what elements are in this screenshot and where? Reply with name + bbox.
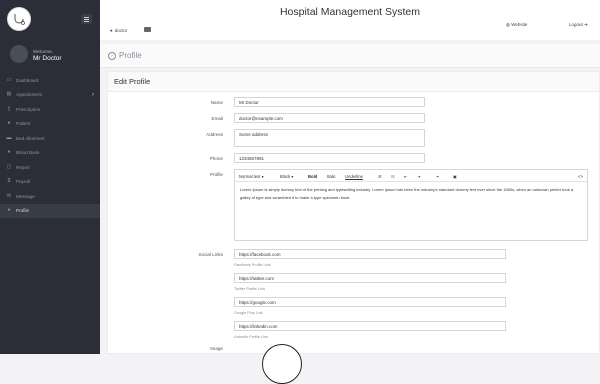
ordered-list-icon[interactable]: ☷: [391, 174, 395, 179]
outdent-icon[interactable]: ⇤: [404, 174, 408, 179]
sidebar-user-name: Mr Doctor: [33, 55, 62, 62]
italic-button[interactable]: Italic: [327, 174, 336, 179]
address-label: Address: [206, 132, 223, 137]
linkedin-help: Linkedin Profile Link: [234, 335, 268, 339]
drop-icon: ♦: [7, 149, 11, 156]
profile-image[interactable]: [262, 344, 302, 384]
arrow-circle-icon: ›: [108, 51, 116, 60]
sidebar-item-profile[interactable]: ● Profile: [0, 203, 100, 218]
sidebar-item-prescription[interactable]: ▯ Prescription: [0, 102, 100, 117]
user-menu[interactable]: ● doctor: [110, 28, 127, 33]
name-field[interactable]: Mr Doctor: [234, 97, 425, 107]
editor-toolbar: Normal text ▾ Block ▾ Bold Italic Underl…: [235, 170, 587, 182]
avatar: [10, 45, 28, 63]
website-link[interactable]: ◍ Website: [506, 22, 527, 28]
sidebar: Welcome, Mr Doctor ▭ Dashboard ▤ Appointme…: [0, 0, 100, 354]
welcome-text: Welcome,: [33, 49, 53, 54]
sidebar-item-appointment[interactable]: ▤ Appointment ›: [0, 88, 100, 103]
page-title: Profile: [119, 51, 142, 60]
sidebar-menu: ▭ Dashboard ▤ Appointment › ▯ Prescription ●…: [0, 73, 100, 218]
top-bar: Hospital Management System ● doctor ◍ Web…: [100, 0, 600, 40]
linkedin-field[interactable]: https://linkedin.com: [234, 321, 506, 331]
facebook-help: Facebook Profile Link: [234, 263, 271, 267]
bold-button[interactable]: Bold: [308, 174, 317, 179]
email-label: Email: [211, 116, 224, 121]
monitor-icon: ▭: [6, 76, 12, 83]
logout-icon: ➔: [584, 22, 588, 27]
underline-button[interactable]: Underline: [345, 174, 363, 179]
sidebar-item-report[interactable]: ▢ Report: [0, 160, 100, 175]
email-field[interactable]: doctor@example.com: [234, 113, 425, 123]
user-icon: ●: [7, 120, 11, 127]
profile-editor[interactable]: Normal text ▾ Block ▾ Bold Italic Underl…: [234, 169, 588, 241]
sidebar-item-payroll[interactable]: $ Payroll: [0, 175, 100, 190]
sidebar-item-blood-bank[interactable]: ♦ Blood Bank: [0, 146, 100, 161]
indent-icon[interactable]: ⇥: [417, 174, 421, 179]
logout-link[interactable]: Logout ➔: [569, 22, 588, 28]
image-label: Image: [210, 346, 223, 351]
hospital-logo-icon[interactable]: [7, 7, 31, 31]
app-title: Hospital Management System: [279, 6, 421, 18]
menu-toggle-icon[interactable]: [81, 14, 92, 24]
facebook-field[interactable]: https://facebook.com: [234, 249, 506, 259]
image-icon[interactable]: ▣: [453, 174, 457, 179]
book-icon: ▯: [7, 105, 11, 112]
person-icon: ●: [7, 207, 11, 214]
address-field[interactable]: Some address: [234, 129, 425, 147]
twitter-field[interactable]: https://twitter.com: [234, 273, 506, 283]
card-title: Edit Profile: [108, 72, 599, 92]
chevron-right-icon: ›: [92, 91, 94, 98]
report-icon: ▢: [6, 163, 12, 170]
google-field[interactable]: https://google.com: [234, 297, 506, 307]
code-view-button[interactable]: <>: [578, 174, 583, 179]
social-links-label: Social Links: [198, 252, 223, 257]
sidebar-item-message[interactable]: ✉ Message: [0, 189, 100, 204]
profile-label: Profile: [209, 172, 223, 177]
mail-icon[interactable]: [144, 27, 151, 32]
money-icon: $: [7, 178, 11, 185]
user-icon: ●: [110, 28, 113, 33]
globe-icon: ◍: [506, 22, 510, 27]
link-icon[interactable]: ⚭: [436, 174, 440, 179]
unordered-list-icon[interactable]: ☰: [378, 174, 382, 179]
phone-label: Phone: [209, 156, 223, 161]
message-icon: ✉: [6, 192, 12, 199]
twitter-help: Twitter Profile Link: [234, 287, 266, 291]
block-dropdown[interactable]: Block ▾: [280, 174, 294, 179]
profile-text[interactable]: Lorem Ipsum is simply dummy text of the …: [235, 182, 587, 205]
sidebar-item-patient[interactable]: ● Patient: [0, 117, 100, 132]
page-header: › Profile: [100, 44, 600, 68]
format-dropdown[interactable]: Normal text ▾: [239, 174, 264, 179]
sidebar-item-dashboard[interactable]: ▭ Dashboard: [0, 73, 100, 88]
phone-field[interactable]: 1234567891: [234, 153, 425, 163]
calendar-icon: ▤: [6, 91, 12, 98]
sidebar-item-bed-allotment[interactable]: ▬ Bed Allotment: [0, 131, 100, 146]
google-help: Google Plus Link: [234, 311, 263, 315]
name-label: Name: [210, 100, 223, 105]
bed-icon: ▬: [6, 134, 12, 141]
